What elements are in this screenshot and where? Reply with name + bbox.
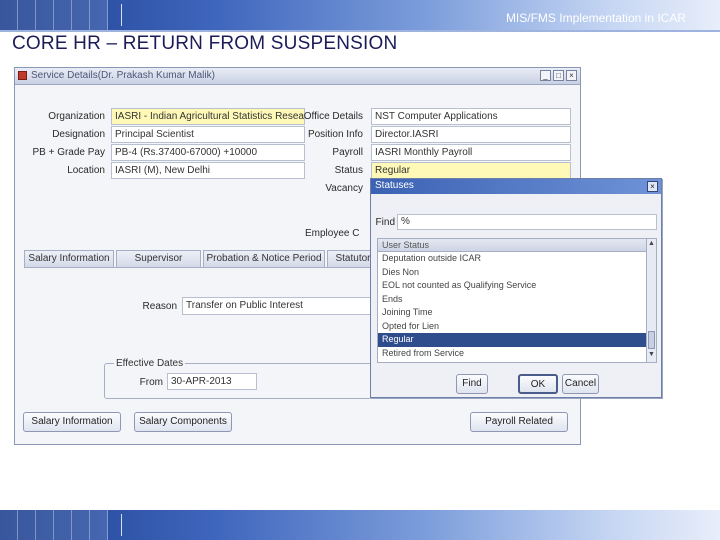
cancel-button[interactable]: Cancel — [562, 374, 599, 394]
scroll-down-icon[interactable]: ▼ — [647, 351, 656, 361]
position-info-label: Position Info — [307, 129, 363, 140]
list-item[interactable]: Joining Time — [378, 306, 646, 320]
scroll-up-icon[interactable]: ▲ — [647, 240, 656, 250]
effective-dates-title: Effective Dates — [114, 358, 186, 369]
vacancy-label: Vacancy — [325, 183, 363, 194]
organization-field[interactable]: IASRI - Indian Agricultural Statistics R… — [111, 108, 305, 125]
location-label: Location — [67, 165, 105, 176]
statuses-dialog-title: Statuses — [375, 180, 414, 191]
window-titlebar: Service Details(Dr. Prakash Kumar Malik)… — [15, 68, 580, 85]
payroll-related-button[interactable]: Payroll Related — [470, 412, 568, 432]
reason-label: Reason — [142, 301, 177, 312]
from-date-field[interactable]: 30-APR-2013 — [167, 373, 257, 390]
designation-label: Designation — [52, 129, 105, 140]
close-icon[interactable]: × — [647, 181, 658, 192]
list-item[interactable]: Ends — [378, 293, 646, 307]
location-field[interactable]: IASRI (M), New Delhi — [111, 162, 305, 179]
list-item[interactable]: Dies Non — [378, 266, 646, 280]
minimize-icon[interactable]: _ — [540, 70, 551, 81]
slide: MIS/FMS Implementation in ICAR CORE HR –… — [0, 0, 720, 540]
tab-supervisor[interactable]: Supervisor — [116, 250, 201, 268]
pay-band-field[interactable]: PB-4 (Rs.37400-67000) +10000 — [111, 144, 305, 161]
designation-field[interactable]: Principal Scientist — [111, 126, 305, 143]
status-label: Status — [334, 165, 363, 176]
status-list-header: User Status — [378, 239, 646, 252]
header-text: MIS/FMS Implementation in ICAR — [505, 11, 686, 25]
find-input[interactable]: % — [397, 214, 657, 230]
status-list-scrollbar[interactable]: ▲ ▼ — [647, 238, 657, 363]
tab-probation-notice[interactable]: Probation & Notice Period — [203, 250, 325, 268]
statuses-dialog-titlebar: Statuses × — [371, 179, 661, 194]
payroll-field[interactable]: IASRI Monthly Payroll — [371, 144, 571, 161]
tab-salary-information[interactable]: Salary Information — [24, 250, 114, 268]
statuses-dialog: Statuses × Find % User Status Deputation… — [370, 178, 662, 398]
find-button[interactable]: Find — [456, 374, 488, 394]
title-rule — [0, 30, 720, 32]
list-item[interactable]: Opted for Lien — [378, 320, 646, 334]
payroll-label: Payroll — [332, 147, 363, 158]
employee-category-label: Employee C — [305, 228, 360, 239]
office-details-field[interactable]: NST Computer Applications — [371, 108, 571, 125]
maximize-icon[interactable]: □ — [553, 70, 564, 81]
from-label: From — [139, 377, 163, 388]
top-banner: MIS/FMS Implementation in ICAR — [0, 0, 720, 30]
window-title: Service Details(Dr. Prakash Kumar Malik) — [31, 70, 215, 81]
bottom-banner — [0, 510, 720, 540]
tab-bar: Salary Information Supervisor Probation … — [24, 250, 384, 268]
list-item[interactable]: EOL not counted as Qualifying Service — [378, 279, 646, 293]
pay-band-label: PB + Grade Pay — [32, 147, 105, 158]
status-field[interactable]: Regular — [371, 162, 571, 179]
salary-components-button[interactable]: Salary Components — [134, 412, 232, 432]
tab-panel-border — [24, 267, 384, 268]
organization-label: Organization — [48, 111, 105, 122]
list-item-selected[interactable]: Regular — [378, 333, 646, 347]
find-label: Find — [375, 217, 395, 228]
reason-field[interactable]: Transfer on Public Interest — [182, 297, 372, 315]
salary-information-button[interactable]: Salary Information — [23, 412, 121, 432]
slide-title: CORE HR – RETURN FROM SUSPENSION — [12, 33, 398, 54]
list-item[interactable]: Retired from Service — [378, 347, 646, 361]
office-details-label: Office Details — [303, 111, 363, 122]
list-item[interactable]: Deputation outside ICAR — [378, 252, 646, 266]
status-list: User Status Deputation outside ICAR Dies… — [377, 238, 647, 363]
scroll-thumb[interactable] — [648, 331, 655, 349]
position-info-field[interactable]: Director.IASRI — [371, 126, 571, 143]
close-icon[interactable]: × — [566, 70, 577, 81]
ok-button[interactable]: OK — [518, 374, 558, 394]
oracle-app-icon — [18, 71, 27, 80]
